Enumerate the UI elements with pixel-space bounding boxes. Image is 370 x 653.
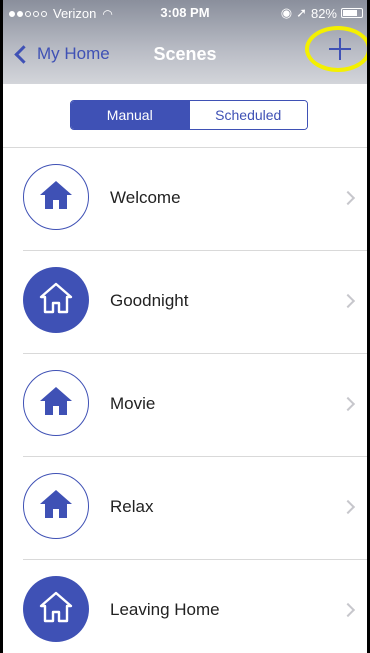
top-bar: Verizon ◠ 3:08 PM ◉ ➚ 82% My Home Scenes — [3, 0, 367, 84]
scene-name: Welcome — [110, 188, 181, 207]
home-outline-icon — [38, 281, 74, 320]
scene-icon-circle — [23, 370, 89, 436]
scene-row-welcome[interactable]: Welcome — [3, 148, 367, 251]
home-outline-icon — [38, 590, 74, 629]
home-icon — [39, 385, 73, 422]
home-icon — [39, 179, 73, 216]
location-icon: ◉ — [280, 5, 293, 20]
scene-name: Goodnight — [110, 291, 189, 310]
battery-percent: 82% — [310, 5, 337, 21]
scene-name: Leaving Home — [110, 600, 220, 619]
scene-row-relax[interactable]: Relax — [3, 457, 367, 560]
chevron-right-icon — [340, 602, 356, 618]
chevron-right-icon — [340, 293, 356, 309]
scene-icon-circle — [23, 164, 89, 230]
scene-icon-circle — [23, 576, 89, 642]
scene-row-movie[interactable]: Movie — [3, 354, 367, 457]
scene-name: Relax — [110, 497, 154, 516]
tab-scheduled[interactable]: Scheduled — [188, 101, 307, 129]
status-bar: Verizon ◠ 3:08 PM ◉ ➚ 82% — [3, 0, 367, 28]
tab-label: Scheduled — [215, 107, 282, 123]
scene-icon-circle — [23, 267, 89, 333]
status-right: ◉ ➚ 82% — [281, 5, 363, 21]
scene-type-segmented-control: Manual Scheduled — [70, 100, 308, 130]
tab-manual[interactable]: Manual — [71, 101, 189, 129]
chevron-right-icon — [340, 499, 356, 515]
highlight-circle — [305, 26, 367, 72]
scene-row-leaving-home[interactable]: Leaving Home — [3, 560, 367, 653]
scene-row-goodnight[interactable]: Goodnight — [3, 251, 367, 354]
scene-icon-circle — [23, 473, 89, 539]
battery-icon — [341, 8, 363, 18]
chevron-right-icon — [340, 396, 356, 412]
tab-label: Manual — [106, 107, 153, 123]
arrow-icon: ➚ — [296, 5, 307, 20]
plus-icon[interactable] — [329, 38, 351, 60]
scene-name: Movie — [110, 394, 156, 413]
scenes-screen: Verizon ◠ 3:08 PM ◉ ➚ 82% My Home Scenes — [3, 0, 367, 653]
navigation-bar: My Home Scenes — [3, 26, 367, 84]
home-icon — [39, 488, 73, 525]
chevron-right-icon — [340, 190, 356, 206]
